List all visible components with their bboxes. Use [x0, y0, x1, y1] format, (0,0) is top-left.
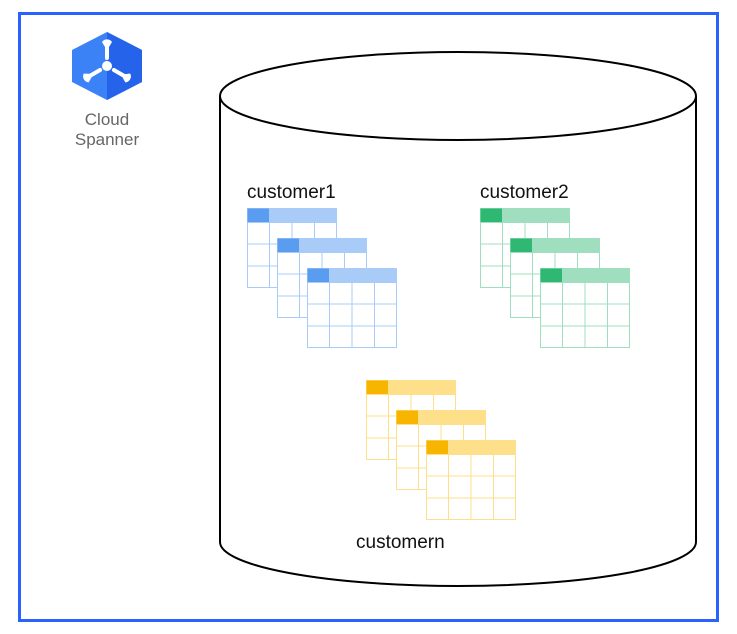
customer-group-n-label: customern: [356, 532, 526, 554]
customer-group-n-tables: [366, 380, 526, 530]
customer-group-2-tables: [480, 208, 640, 358]
table-icon: [540, 268, 630, 348]
customer-group-1-tables: [247, 208, 407, 358]
customer-group-2: customer2: [480, 182, 640, 358]
cloud-spanner-label-line2: Spanner: [75, 130, 139, 149]
customer-group-1-label: customer1: [247, 182, 407, 204]
diagram-frame: Cloud Spanner customer1 customer2: [0, 0, 737, 634]
table-icon: [426, 440, 516, 520]
cloud-spanner-badge: Cloud Spanner: [52, 30, 162, 150]
cloud-spanner-label: Cloud Spanner: [52, 110, 162, 150]
cloud-spanner-icon: [68, 30, 146, 102]
customer-group-n: customern: [366, 380, 526, 558]
customer-group-1: customer1: [247, 182, 407, 358]
table-icon: [307, 268, 397, 348]
cloud-spanner-label-line1: Cloud: [85, 110, 129, 129]
customer-group-2-label: customer2: [480, 182, 640, 204]
